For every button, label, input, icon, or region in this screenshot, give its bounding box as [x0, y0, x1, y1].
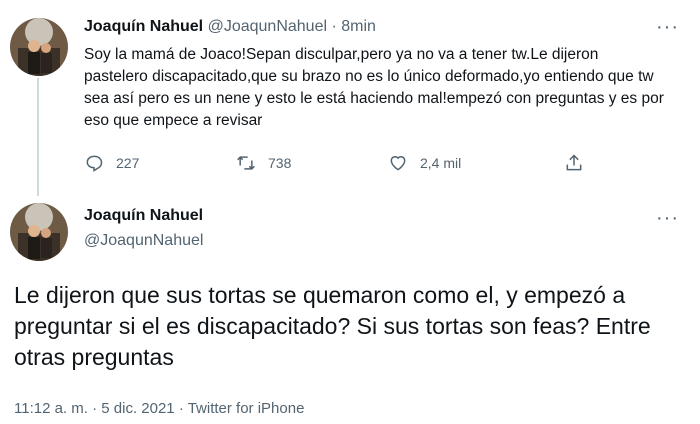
reply-button[interactable]: 227 — [84, 153, 139, 173]
thread-line — [37, 78, 39, 196]
tweet-time[interactable]: 8min — [341, 18, 376, 35]
tweet1-header: Joaquín Nahuel @JoaqunNahuel · 8min — [84, 18, 376, 36]
separator: · — [331, 18, 337, 35]
like-count: 2,4 mil — [420, 155, 462, 171]
retweet-icon — [237, 156, 255, 170]
retweet-count: 738 — [268, 155, 292, 171]
author-handle[interactable]: @JoaqunNahuel — [208, 18, 327, 35]
author-handle[interactable]: @JoaqunNahuel — [84, 232, 203, 250]
tweet-actions: 227 738 2,4 mil — [84, 153, 604, 177]
tweet-text: Soy la mamá de Joaco!Sepan disculpar,per… — [84, 46, 664, 129]
retweet-button[interactable]: 738 — [236, 153, 291, 173]
tweet-timestamp[interactable]: 11:12 a. m. · 5 dic. 2021 · Twitter for … — [14, 400, 304, 417]
tweet-text: Le dijeron que sus tortas se quemaron co… — [14, 282, 651, 370]
more-icon[interactable]: ··· — [656, 17, 679, 37]
more-icon[interactable]: ··· — [656, 208, 679, 228]
reply-count: 227 — [116, 155, 140, 171]
avatar[interactable] — [10, 203, 68, 261]
author-name[interactable]: Joaquín Nahuel — [84, 18, 203, 35]
share-button[interactable] — [564, 153, 596, 173]
like-button[interactable]: 2,4 mil — [388, 153, 461, 173]
reply-icon — [86, 155, 103, 172]
author-name[interactable]: Joaquín Nahuel — [84, 207, 203, 225]
heart-icon — [390, 156, 406, 171]
avatar[interactable] — [10, 18, 68, 76]
share-icon — [566, 154, 582, 171]
